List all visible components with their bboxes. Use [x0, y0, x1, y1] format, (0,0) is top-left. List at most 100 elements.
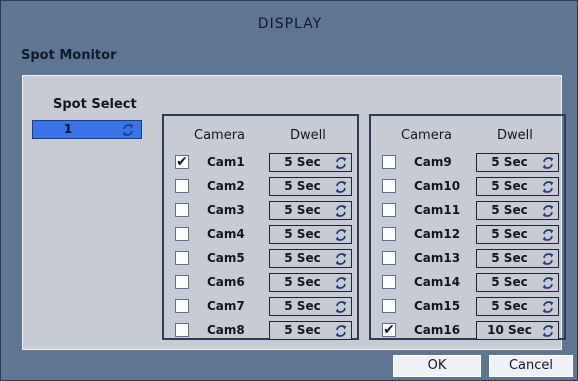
dwell-spinbox[interactable]: 5 Sec [476, 177, 559, 196]
camera-row: Cam13 5 Sec [371, 248, 568, 268]
camera-label: Cam9 [414, 155, 452, 169]
camera-label: Cam3 [207, 203, 245, 217]
dwell-value: 5 Sec [284, 275, 321, 289]
dwell-spinbox[interactable]: 5 Sec [476, 153, 559, 172]
refresh-arrows-icon[interactable] [334, 252, 348, 266]
dwell-value: 5 Sec [491, 275, 528, 289]
dwell-value: 5 Sec [284, 251, 321, 265]
dwell-spinbox[interactable]: 5 Sec [269, 273, 352, 292]
camera-label: Cam15 [414, 299, 461, 313]
ok-button[interactable]: OK [393, 355, 481, 377]
cancel-button[interactable]: Cancel [489, 355, 573, 377]
camera-checkbox[interactable] [175, 251, 189, 265]
camera-row: Cam9 5 Sec [371, 152, 568, 172]
dwell-spinbox[interactable]: 5 Sec [269, 153, 352, 172]
camera-row: Cam10 5 Sec [371, 176, 568, 196]
camera-label: Cam16 [414, 323, 461, 337]
camera-row: Cam5 5 Sec [164, 248, 361, 268]
camera-checkbox[interactable] [175, 275, 189, 289]
dwell-value: 5 Sec [491, 203, 528, 217]
camera-checkbox[interactable] [175, 227, 189, 241]
dwell-spinbox[interactable]: 5 Sec [476, 201, 559, 220]
refresh-arrows-icon[interactable] [334, 300, 348, 314]
refresh-arrows-icon[interactable] [541, 324, 555, 338]
camera-checkbox[interactable] [382, 203, 396, 217]
refresh-arrows-icon[interactable] [541, 156, 555, 170]
refresh-arrows-icon[interactable] [121, 123, 135, 137]
refresh-arrows-icon[interactable] [541, 180, 555, 194]
camera-checkbox[interactable] [382, 179, 396, 193]
camera-checkbox[interactable] [382, 227, 396, 241]
refresh-arrows-icon[interactable] [334, 204, 348, 218]
camera-checkbox[interactable] [382, 275, 396, 289]
dwell-spinbox[interactable]: 5 Sec [476, 225, 559, 244]
camera-checkbox[interactable] [175, 203, 189, 217]
refresh-arrows-icon[interactable] [541, 300, 555, 314]
checkmark-icon: ✔ [176, 154, 188, 170]
refresh-arrows-icon[interactable] [334, 228, 348, 242]
dwell-spinbox[interactable]: 5 Sec [269, 321, 352, 340]
refresh-arrows-icon[interactable] [334, 276, 348, 290]
dwell-spinbox[interactable]: 5 Sec [476, 297, 559, 316]
camera-group-9-16: Camera Dwell Cam9 5 Sec Cam10 5 Sec Cam11 5 S… [369, 114, 566, 340]
refresh-arrows-icon[interactable] [334, 180, 348, 194]
camera-row: Cam4 5 Sec [164, 224, 361, 244]
dwell-spinbox[interactable]: 10 Sec [476, 321, 559, 340]
dwell-value: 5 Sec [491, 299, 528, 313]
dwell-value: 5 Sec [491, 179, 528, 193]
refresh-arrows-icon[interactable] [541, 228, 555, 242]
spot-select-spinbox[interactable]: 1 [32, 120, 142, 139]
dwell-spinbox[interactable]: 5 Sec [269, 297, 352, 316]
camera-row: Cam3 5 Sec [164, 200, 361, 220]
refresh-arrows-icon[interactable] [541, 252, 555, 266]
dwell-value: 5 Sec [284, 179, 321, 193]
dwell-value: 5 Sec [491, 251, 528, 265]
camera-row: Cam6 5 Sec [164, 272, 361, 292]
dwell-value: 5 Sec [284, 203, 321, 217]
camera-label: Cam8 [207, 323, 245, 337]
spot-monitor-panel: Spot Select 1 Camera Dwell ✔ Cam1 5 Sec Cam… [22, 75, 566, 350]
camera-row: Cam8 5 Sec [164, 320, 361, 340]
camera-checkbox[interactable] [382, 155, 396, 169]
dwell-spinbox[interactable]: 5 Sec [269, 249, 352, 268]
camera-column-header: Camera [401, 128, 453, 143]
refresh-arrows-icon[interactable] [541, 276, 555, 290]
dwell-value: 5 Sec [284, 299, 321, 313]
camera-checkbox[interactable] [175, 323, 189, 337]
camera-checkbox[interactable]: ✔ [175, 155, 189, 169]
spot-select-heading: Spot Select [53, 97, 137, 112]
camera-label: Cam7 [207, 299, 245, 313]
camera-checkbox[interactable]: ✔ [382, 323, 396, 337]
camera-label: Cam1 [207, 155, 245, 169]
camera-checkbox[interactable] [382, 299, 396, 313]
refresh-arrows-icon[interactable] [334, 156, 348, 170]
dwell-spinbox[interactable]: 5 Sec [269, 201, 352, 220]
camera-row: Cam14 5 Sec [371, 272, 568, 292]
camera-checkbox[interactable] [382, 251, 396, 265]
dwell-value: 5 Sec [284, 323, 321, 337]
dwell-spinbox[interactable]: 5 Sec [476, 249, 559, 268]
spot-select-value: 1 [63, 122, 73, 136]
camera-row: Cam2 5 Sec [164, 176, 361, 196]
camera-row: Cam7 5 Sec [164, 296, 361, 316]
camera-label: Cam12 [414, 227, 461, 241]
camera-label: Cam13 [414, 251, 461, 265]
display-dialog: DISPLAY Spot Monitor Spot Select 1 Camer… [0, 0, 578, 381]
refresh-arrows-icon[interactable] [334, 324, 348, 338]
camera-label: Cam11 [414, 203, 461, 217]
camera-checkbox[interactable] [175, 179, 189, 193]
dwell-spinbox[interactable]: 5 Sec [476, 273, 559, 292]
camera-label: Cam2 [207, 179, 245, 193]
dwell-value: 10 Sec [487, 323, 532, 337]
dwell-spinbox[interactable]: 5 Sec [269, 225, 352, 244]
dwell-spinbox[interactable]: 5 Sec [269, 177, 352, 196]
dwell-column-header: Dwell [290, 128, 326, 143]
camera-group-1-8: Camera Dwell ✔ Cam1 5 Sec Cam2 5 Sec Cam3 5 Se… [162, 114, 359, 340]
dialog-title: DISPLAY [257, 16, 323, 32]
camera-checkbox[interactable] [175, 299, 189, 313]
refresh-arrows-icon[interactable] [541, 204, 555, 218]
camera-label: Cam10 [414, 179, 461, 193]
dwell-value: 5 Sec [284, 227, 321, 241]
camera-row: ✔ Cam16 10 Sec [371, 320, 568, 340]
checkmark-icon: ✔ [383, 322, 395, 338]
